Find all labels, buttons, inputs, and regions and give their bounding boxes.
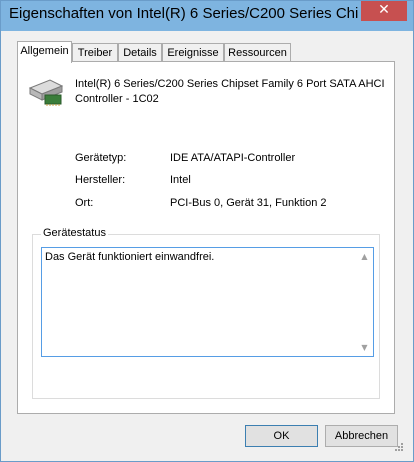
tab-ressourcen[interactable]: Ressourcen [224, 43, 291, 61]
manufacturer-value: Intel [170, 174, 191, 186]
close-button[interactable]: ✕ [361, 1, 407, 21]
properties-dialog: Eigenschaften von Intel(R) 6 Series/C200… [0, 0, 414, 462]
device-status-textbox[interactable]: Das Gerät funktioniert einwandfrei. ▲ ▼ [41, 247, 374, 357]
device-name: Intel(R) 6 Series/C200 Series Chipset Fa… [75, 78, 385, 105]
manufacturer-label: Hersteller: [75, 174, 126, 186]
cancel-button[interactable]: Abbrechen [325, 425, 398, 447]
title-bar[interactable]: Eigenschaften von Intel(R) 6 Series/C200… [1, 1, 413, 31]
tab-panel-allgemein: Intel(R) 6 Series/C200 Series Chipset Fa… [17, 61, 395, 414]
device-type-label: Gerätetyp: [75, 152, 127, 164]
tab-details[interactable]: Details [118, 43, 162, 61]
resize-grip-icon[interactable] [393, 441, 403, 451]
window-title: Eigenschaften von Intel(R) 6 Series/C200… [9, 5, 359, 22]
scroll-up-icon[interactable]: ▲ [360, 252, 369, 261]
dialog-client-area: Allgemein Treiber Details Ereignisse Res… [9, 32, 405, 453]
scroll-down-icon[interactable]: ▼ [360, 343, 369, 352]
location-label: Ort: [75, 197, 94, 209]
ok-button[interactable]: OK [245, 425, 318, 447]
device-status-text: Das Gerät funktioniert einwandfrei. [45, 251, 215, 263]
device-status-label: Gerätestatus [41, 227, 108, 239]
tab-treiber[interactable]: Treiber [72, 43, 118, 61]
close-icon: ✕ [378, 2, 390, 18]
location-value: PCI-Bus 0, Gerät 31, Funktion 2 [170, 197, 327, 209]
tab-allgemein[interactable]: Allgemein [17, 41, 72, 63]
device-type-value: IDE ATA/ATAPI-Controller [170, 152, 296, 164]
storage-controller-icon [28, 79, 64, 106]
status-scrollbar[interactable]: ▲ ▼ [356, 248, 373, 356]
tab-ereignisse[interactable]: Ereignisse [162, 43, 224, 61]
